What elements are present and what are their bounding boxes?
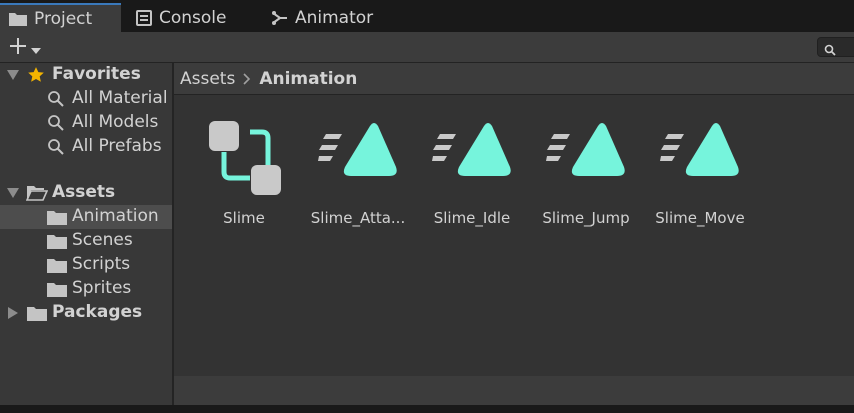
tree-item-scripts[interactable]: Scripts [0, 253, 172, 277]
tree-item-scenes[interactable]: Scenes [0, 229, 172, 253]
search-input[interactable] [817, 37, 854, 57]
asset-name: Slime_Jump [542, 209, 630, 227]
tree-item-packages[interactable]: Packages [0, 301, 172, 325]
expand-arrow-icon[interactable] [7, 188, 19, 198]
folder-icon [47, 210, 67, 225]
star-icon [27, 66, 45, 84]
tree-label: Sprites [72, 278, 132, 298]
asset-item-slime[interactable]: Slime [189, 120, 299, 230]
tab-label: Project [34, 8, 93, 29]
asset-name: Slime_Atta... [310, 209, 406, 227]
tree-item-all-materials[interactable]: All Material [0, 87, 172, 111]
asset-name: Slime [223, 209, 265, 227]
tree-label: Assets [52, 182, 116, 202]
tree-label: Animation [72, 206, 159, 226]
tree-item-favorites[interactable]: Favorites [0, 63, 172, 87]
chevron-right-icon [243, 72, 251, 85]
animation-clip-icon [546, 120, 626, 200]
asset-item-slime-attack[interactable]: Slime_Atta... [303, 120, 413, 230]
caret-down-icon [31, 39, 41, 58]
asset-grid: Slime Slime_Atta... Slime_Idle Slime_Jum… [174, 95, 854, 376]
tab-label: Console [159, 7, 227, 28]
asset-item-slime-move[interactable]: Slime_Move [645, 120, 755, 230]
asset-item-slime-idle[interactable]: Slime_Idle [417, 120, 527, 230]
tree-label: All Material [72, 88, 168, 108]
tree-label: Packages [52, 302, 143, 322]
expand-arrow-icon[interactable] [7, 70, 19, 80]
tree-label: All Models [72, 112, 159, 132]
tree-item-all-prefabs[interactable]: All Prefabs [0, 135, 172, 159]
console-icon [136, 9, 152, 26]
breadcrumb-root[interactable]: Assets [180, 69, 235, 89]
tree-label: All Prefabs [72, 136, 162, 156]
animation-clip-icon [318, 120, 398, 200]
collapse-arrow-icon[interactable] [8, 307, 18, 319]
folder-open-icon [26, 185, 48, 201]
breadcrumb-current[interactable]: Animation [259, 69, 357, 89]
tree-label: Scenes [72, 230, 133, 250]
tab-console[interactable]: Console [136, 3, 227, 32]
search-icon [824, 41, 836, 60]
animation-clip-icon [660, 120, 740, 200]
tree-item-animation[interactable]: Animation [0, 205, 172, 229]
project-toolbar [0, 32, 854, 63]
tree-item-sprites[interactable]: Sprites [0, 277, 172, 301]
tab-label: Animator [295, 7, 374, 28]
asset-name: Slime_Idle [433, 209, 511, 227]
breadcrumb: Assets Animation [174, 63, 854, 95]
search-icon [47, 90, 65, 108]
search-icon [47, 114, 65, 132]
create-asset-button[interactable] [8, 38, 48, 58]
plus-icon [8, 36, 28, 60]
tree-item-all-models[interactable]: All Models [0, 111, 172, 135]
tab-animator[interactable]: Animator [272, 3, 373, 32]
tree-item-assets[interactable]: Assets [0, 181, 172, 205]
window-tab-bar: Project Console Animator [0, 0, 854, 32]
window-bottom-edge [0, 405, 854, 413]
folder-icon [47, 258, 67, 273]
tab-project[interactable]: Project [0, 3, 121, 32]
asset-item-slime-jump[interactable]: Slime_Jump [531, 120, 641, 230]
search-icon [47, 138, 65, 156]
tree-label: Scripts [72, 254, 131, 274]
folder-icon [47, 234, 67, 249]
animator-controller-icon [206, 120, 282, 200]
asset-grid-footer [174, 376, 854, 405]
project-folder-tree: Favorites All Material All Models All Pr… [0, 63, 172, 405]
asset-name: Slime_Move [655, 209, 745, 227]
animation-clip-icon [432, 120, 512, 200]
folder-icon [47, 282, 67, 297]
folder-icon [27, 306, 47, 321]
folder-icon [9, 12, 27, 26]
tree-label: Favorites [52, 64, 141, 84]
animator-icon [272, 10, 288, 25]
